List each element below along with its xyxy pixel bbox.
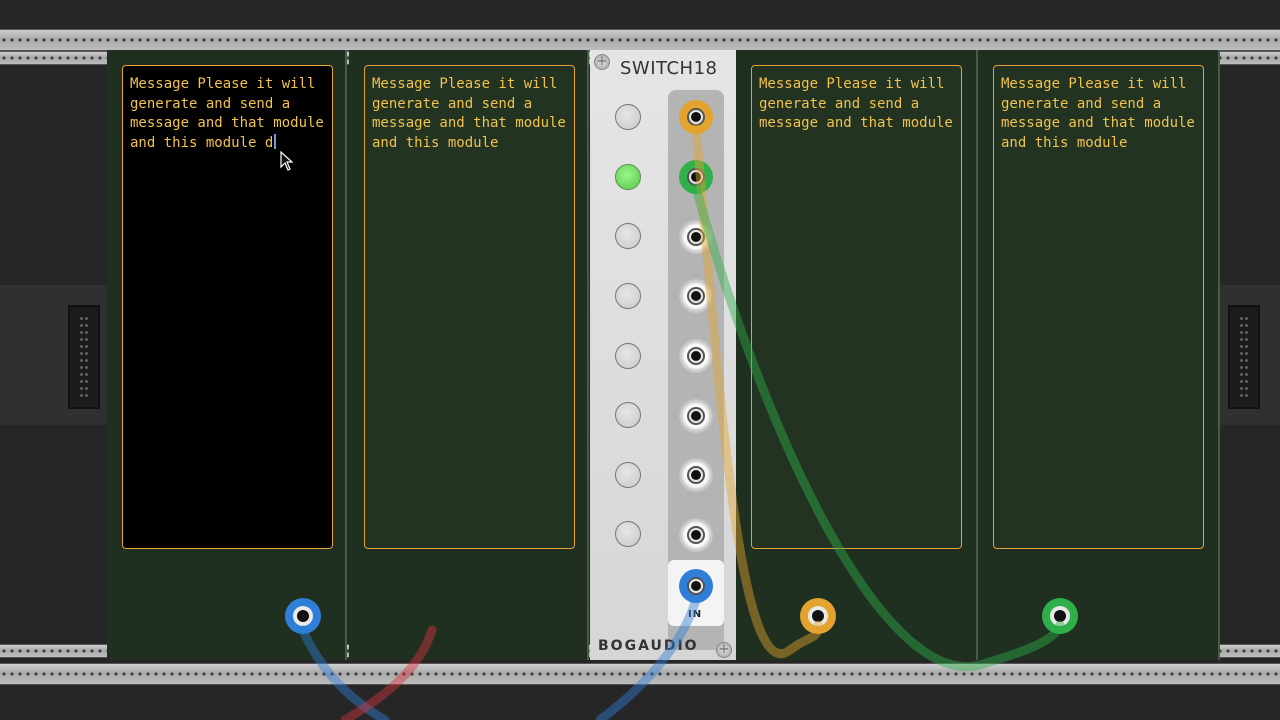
note-text-1: Message Please it will generate and send…	[130, 76, 333, 151]
mouse-pointer-icon	[280, 151, 294, 171]
channel-jack-1[interactable]	[679, 100, 713, 134]
note-textarea-2[interactable]: Message Please it will generate and send…	[364, 65, 575, 549]
channel-jack-4[interactable]	[679, 279, 713, 313]
notes-module-2: Message Please it will generate and send…	[349, 50, 589, 660]
output-jack-1a[interactable]	[285, 598, 321, 634]
channel-button-7[interactable]	[615, 462, 641, 488]
note-textarea-4[interactable]: Message Please it will generate and send…	[993, 65, 1204, 549]
brand-label: BOGAUDIO	[598, 638, 699, 654]
in-jack-label: IN	[688, 609, 703, 620]
channel-jack-7[interactable]	[679, 458, 713, 492]
screw-icon: +	[594, 54, 610, 70]
notes-module-3: Message Please it will generate and send…	[736, 50, 978, 660]
channel-button-3[interactable]	[615, 223, 641, 249]
input-jack-3[interactable]	[800, 598, 836, 634]
screw-icon: +	[716, 642, 732, 658]
in-jack[interactable]	[679, 569, 713, 603]
notes-module-1: Message Please it will generate and send…	[107, 50, 449, 660]
rack-rail-top	[0, 30, 1280, 50]
channel-button-2[interactable]	[615, 164, 641, 190]
note-textarea-3[interactable]: Message Please it will generate and send…	[751, 65, 962, 549]
notes-module-4: Message Please it will generate and send…	[978, 50, 1220, 660]
channel-jack-6[interactable]	[679, 399, 713, 433]
rack-rail-bottom	[0, 664, 1280, 684]
note-textarea-1[interactable]: Message Please it will generate and send…	[122, 65, 333, 549]
input-jack-4[interactable]	[1042, 598, 1078, 634]
channel-jack-8[interactable]	[679, 518, 713, 552]
rack-connector-right	[1228, 305, 1260, 409]
channel-button-1[interactable]	[615, 104, 641, 130]
switch18-module: + SWITCH18 IN BOGAUDIO +	[590, 50, 736, 660]
channel-jack-3[interactable]	[679, 220, 713, 254]
channel-button-6[interactable]	[615, 402, 641, 428]
rack-connector-left	[68, 305, 100, 409]
channel-button-4[interactable]	[615, 283, 641, 309]
text-caret	[274, 133, 277, 149]
channel-button-8[interactable]	[615, 521, 641, 547]
switch-module-title: SWITCH18	[620, 58, 718, 79]
channel-button-5[interactable]	[615, 343, 641, 369]
channel-jack-5[interactable]	[679, 339, 713, 373]
channel-jack-2[interactable]	[679, 160, 713, 194]
